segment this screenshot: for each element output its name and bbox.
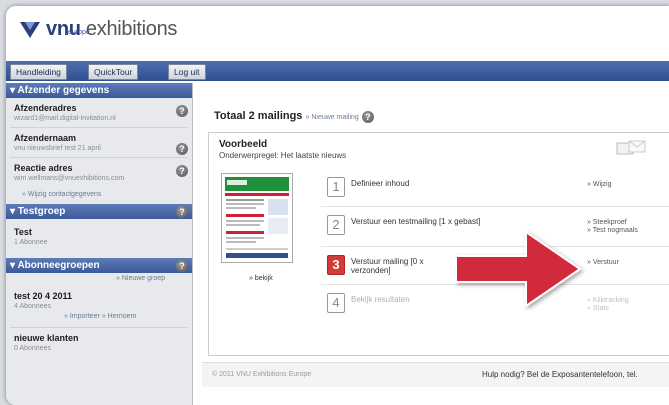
help-icon[interactable]: ? [176,105,188,117]
nieuwe-mailing-link[interactable]: » Nieuwe mailing [306,114,359,121]
header: vnu exhibitions europe [6,6,669,58]
section-testgroep-heading[interactable]: ▾ Testgroep [6,204,192,219]
kliktracking-stats-links[interactable]: » Kliktracking » Stats [587,297,629,313]
section-afzender-heading[interactable]: ▾ Afzender gegevens [6,83,192,98]
handleiding-button[interactable]: Handleiding [10,64,67,80]
copyright: © 2011 VNU Exhibitions Europe [212,371,312,378]
vnu-logo: vnu exhibitions [20,18,177,48]
nieuwe-groep-link[interactable]: » Nieuwe groep [116,275,165,282]
sidebar-entry-nieuwe-klanten: nieuwe klanten 0 Abonnees [14,333,79,352]
sidebar-entry-afzendernaam: Afzendernaam vnu nieuwsbrief test 21 apr… [14,133,101,152]
help-contact: Hulp nodig? Bel de Exposantentelefoon, t… [482,370,638,379]
logo-name-rest: exhibitions [80,18,178,40]
quicktour-button[interactable]: QuickTour [88,64,139,80]
totaal-heading: Totaal 2 mailings » Nieuwe mailing ? [214,110,374,123]
wijzig-link[interactable]: » Wijzig [587,181,612,189]
footer: © 2011 VNU Exhibitions Europe Hulp nodig… [202,362,669,387]
logo-mark-icon [20,22,40,38]
app-window: vnu exhibitions europe Handleiding Quick… [6,6,669,405]
help-icon[interactable]: ? [361,111,374,123]
help-icon[interactable]: ? [176,165,188,177]
bekijk-link[interactable]: » bekijk [249,275,273,282]
mailing-card: Voorbeeld Onderwerpregel: Het laatste ni… [208,132,669,356]
steekproef-test-links[interactable]: » Steekproef » Test nogmaals [587,219,638,235]
help-icon[interactable]: ? [176,206,188,218]
sidebar-entry-reactie-adres: Reactie adres wim.wellmans@vnuexhibition… [14,163,125,182]
importeer-hernoem-links[interactable]: » Importeer » Hernoem [64,313,136,320]
sidebar-entry-test: Test 1 Abonnee [14,227,48,246]
wijzig-contactgegevens-link[interactable]: » Wijzig contactgegevens [22,191,101,198]
onderwerpregel: Onderwerpregel: Het laatste nieuws [219,151,347,160]
logo-sub: europe [68,29,90,36]
mailing-icon [616,140,646,155]
help-icon[interactable]: ? [176,143,188,155]
newsletter-thumbnail[interactable] [221,173,293,263]
help-icon[interactable]: ? [176,260,188,272]
verstuur-link[interactable]: » Verstuur [587,259,619,267]
section-abonneegroepen-heading[interactable]: ▾ Abonneegroepen [6,258,192,273]
sidebar-entry-test-20-4-2011: test 20 4 2011 4 Abonnees [14,291,73,310]
sidebar-entry-afzenderadres: Afzenderadres wizard1@mail.digital-invit… [14,103,116,122]
red-arrow-icon [456,230,582,308]
main-panel: Totaal 2 mailings » Nieuwe mailing ? Voo… [202,94,669,400]
voorbeeld-title: Voorbeeld [219,139,268,150]
top-toolbar: Handleiding QuickTour Log uit [6,61,669,81]
sidebar: ▾ Afzender gegevens Afzenderadres wizard… [6,83,193,405]
log-uit-button[interactable]: Log uit [168,64,206,80]
step-1: 1 Definieer inhoud » Wijzig [327,177,667,201]
newsletter-preview-image [222,174,292,262]
